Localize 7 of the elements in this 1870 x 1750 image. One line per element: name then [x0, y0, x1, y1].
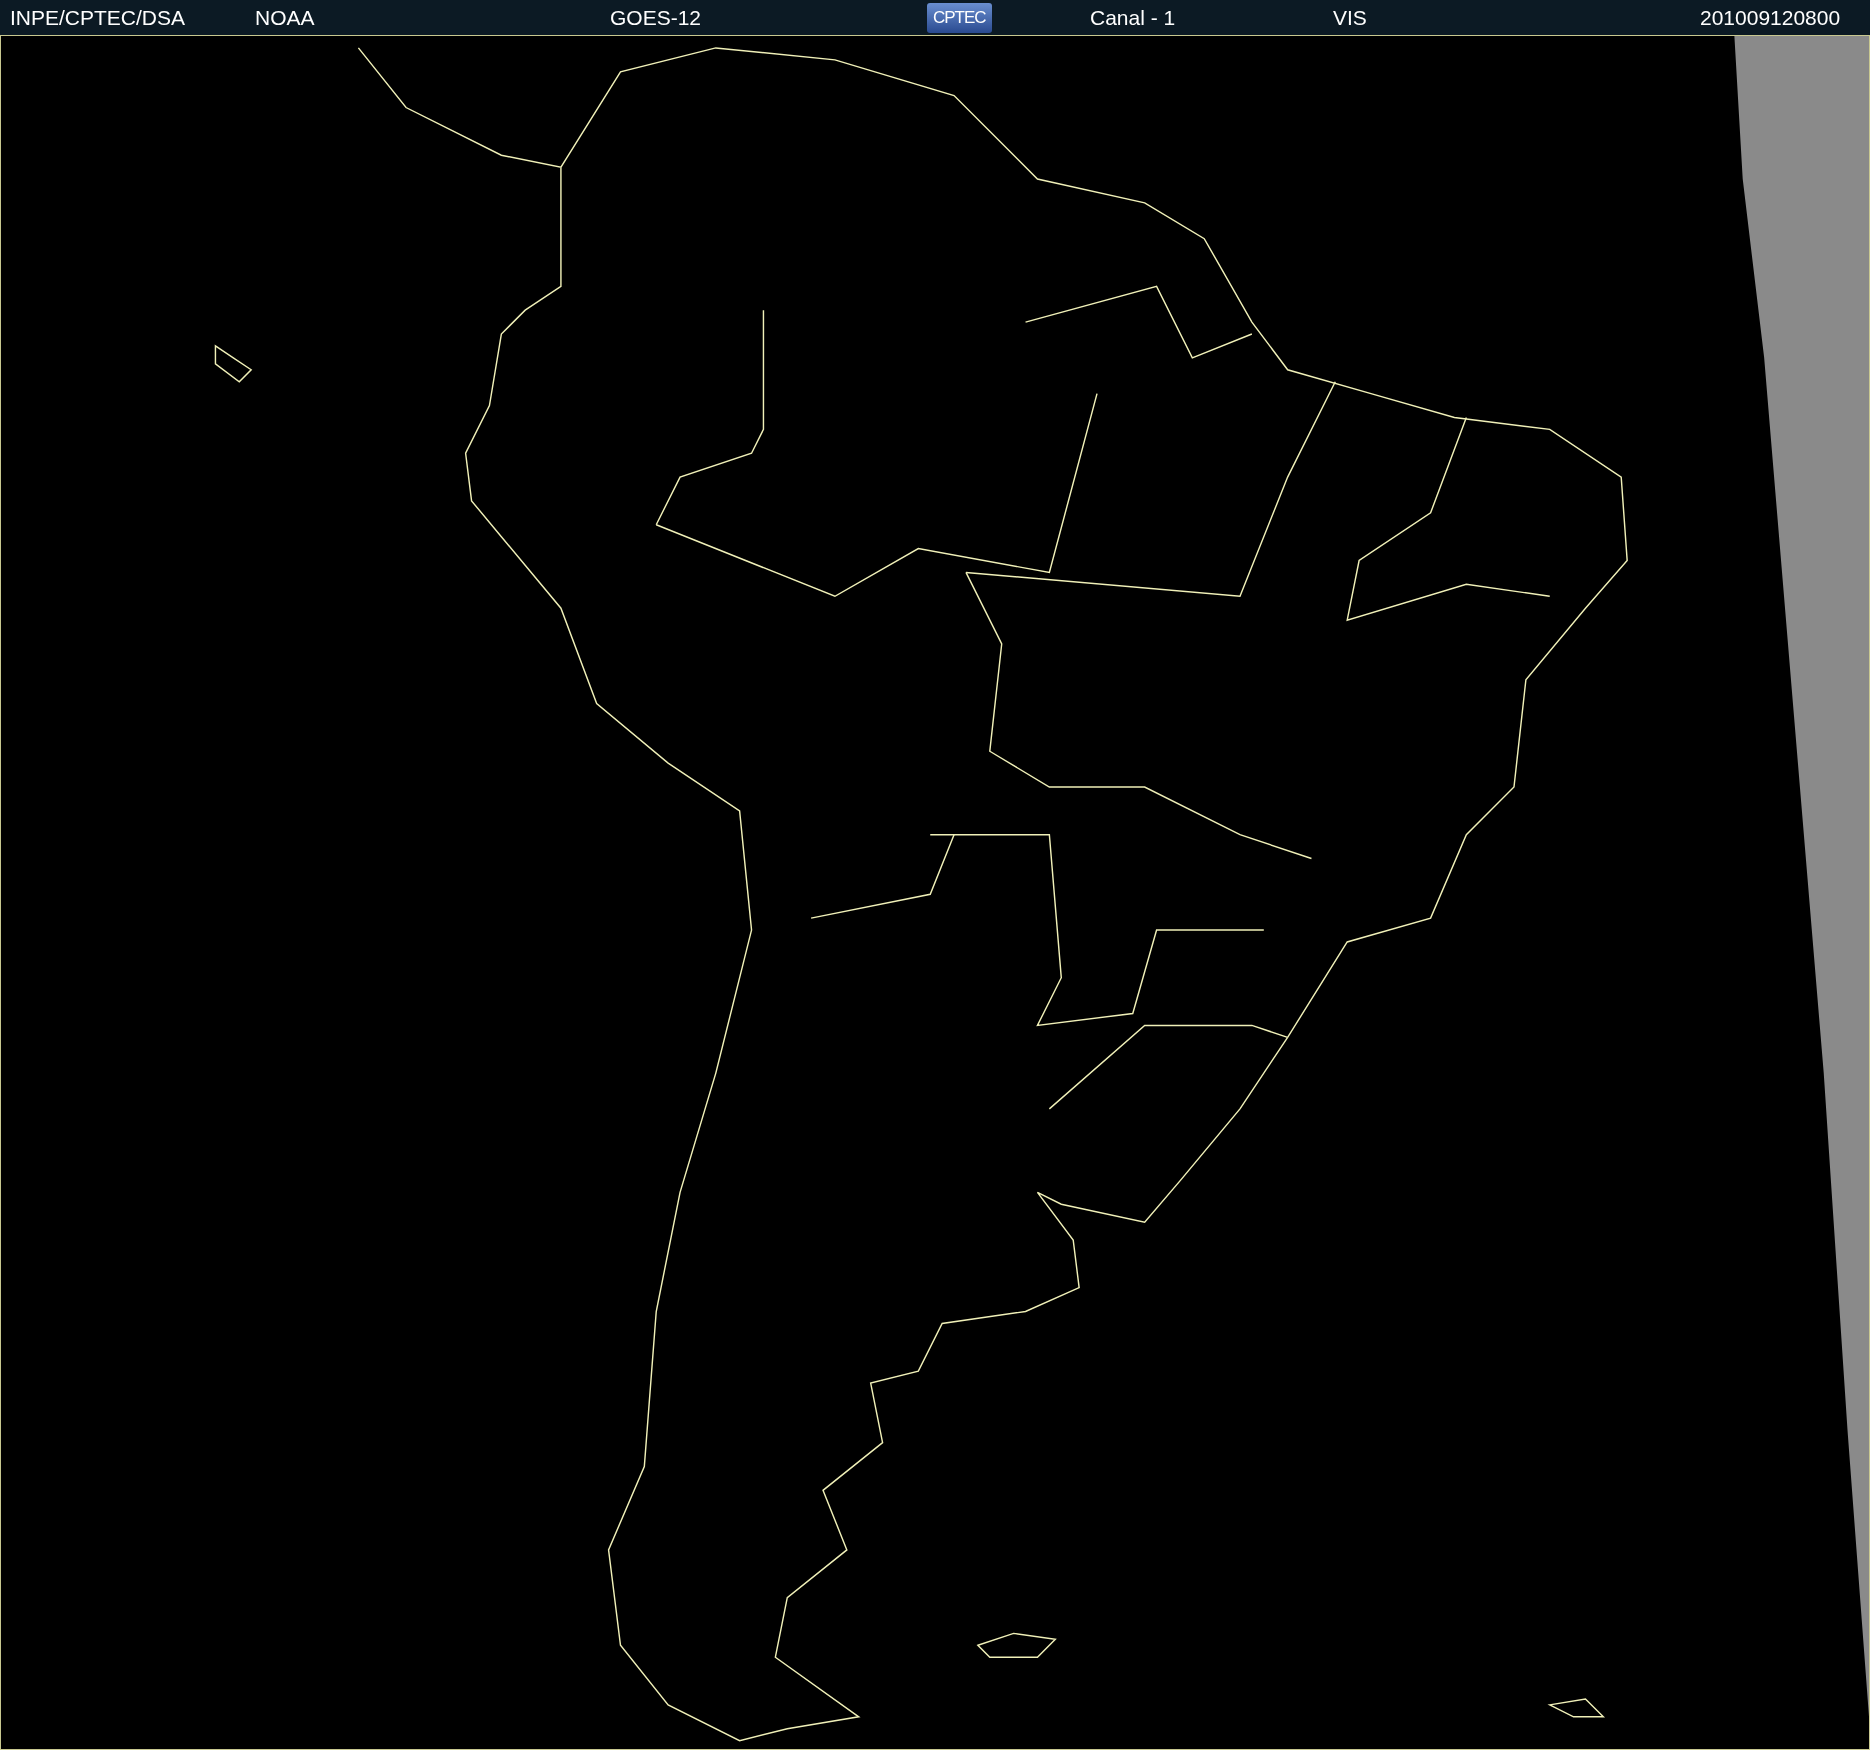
header-label: Canal - 1 — [1090, 5, 1176, 30]
header-label: NOAA — [255, 5, 315, 30]
header-label: GOES-12 — [610, 5, 702, 30]
header-label: 201009120800 — [1700, 5, 1841, 30]
cptec-logo: CPTEC — [927, 2, 992, 33]
header-label: VIS — [1333, 5, 1367, 30]
header-label: INPE/CPTEC/DSA — [10, 5, 186, 30]
